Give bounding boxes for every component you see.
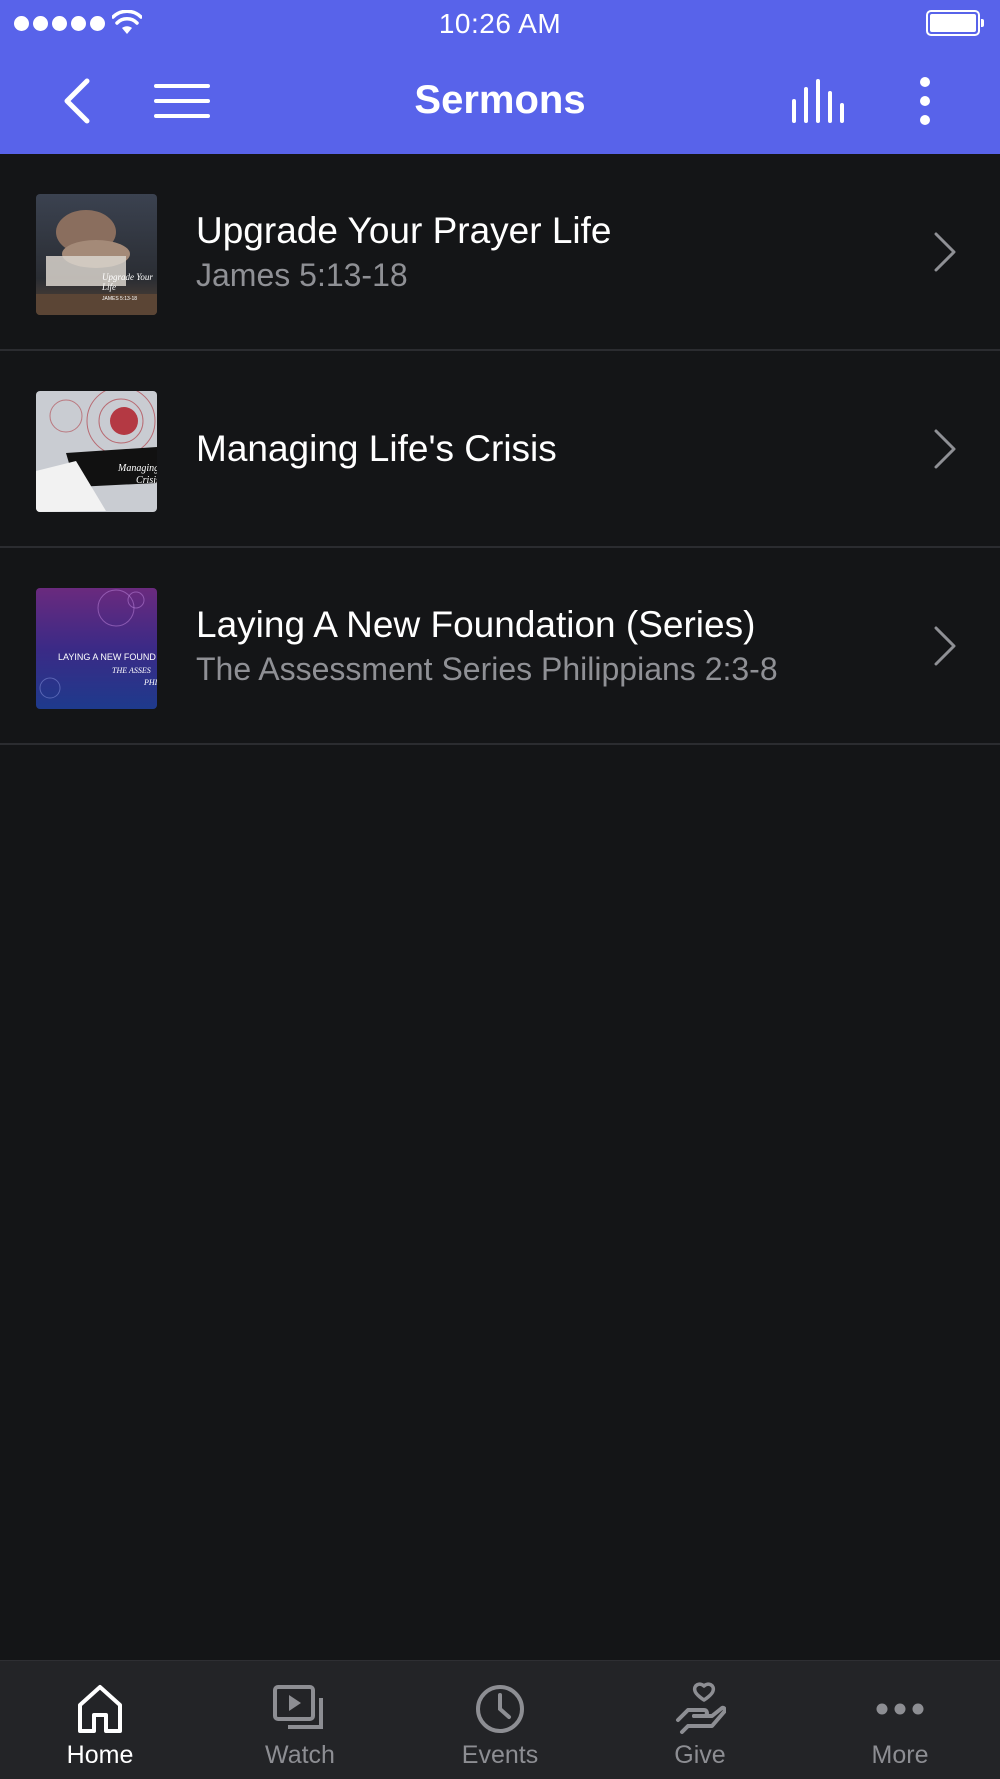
svg-text:THE ASSES: THE ASSES [112,666,151,675]
sermon-thumbnail: Managing Crisis [36,391,157,512]
sermon-subtitle: James 5:13-18 [196,256,408,293]
sermon-row-upgrade-your-prayer-life[interactable]: Upgrade Your Life JAMES 5:13-18 Upgrade … [0,154,1000,351]
sermon-thumbnail: LAYING A NEW FOUND THE ASSES PHI [36,588,157,709]
more-vertical-icon [920,77,930,125]
audio-button[interactable] [784,70,852,132]
more-options-button[interactable] [900,70,950,132]
sermon-row-laying-a-new-foundation[interactable]: LAYING A NEW FOUND THE ASSES PHI Laying … [0,548,1000,745]
sermon-row-managing-lifes-crisis[interactable]: Managing Crisis Managing Life's Crisis [0,351,1000,548]
sermon-title: Managing Life's Crisis [196,427,557,469]
tab-bar: Home Watch Events Give More [0,1660,1000,1779]
status-bar: 10:26 AM [0,0,1000,50]
svg-text:Life: Life [101,282,116,292]
chevron-right-icon [934,232,956,272]
status-time: 10:26 AM [438,8,562,39]
tab-label: Home [66,1741,134,1769]
tab-more[interactable]: More [800,1661,1000,1779]
tab-give[interactable]: Give [600,1661,800,1779]
svg-text:Managing: Managing [117,463,157,474]
svg-text:LAYING A NEW FOUND: LAYING A NEW FOUND [58,652,156,662]
tab-watch[interactable]: Watch [200,1661,400,1779]
tab-label: Events [461,1741,539,1769]
battery-icon [926,10,984,36]
svg-text:PHI: PHI [143,678,157,687]
svg-text:Upgrade Your: Upgrade Your [102,272,153,282]
chevron-right-icon [934,626,956,666]
tab-home[interactable]: Home [0,1661,200,1779]
home-icon [70,1681,130,1737]
tab-label: More [871,1741,929,1769]
app-header: 10:26 AM Sermons [0,0,1000,154]
equalizer-icon [792,79,844,123]
sermon-title: Laying A New Foundation (Series) [196,603,756,645]
clock-icon [470,1681,530,1737]
more-horizontal-icon [870,1681,930,1737]
sermon-list: Upgrade Your Life JAMES 5:13-18 Upgrade … [0,154,1000,745]
watch-icon [270,1681,330,1737]
give-icon [670,1681,730,1737]
sermon-subtitle: The Assessment Series Philippians 2:3-8 [196,650,778,687]
sermon-thumbnail: Upgrade Your Life JAMES 5:13-18 [36,194,157,315]
nav-bar: Sermons [0,50,1000,154]
chevron-right-icon [934,429,956,469]
tab-events[interactable]: Events [400,1661,600,1779]
tab-label: Watch [265,1741,335,1769]
svg-text:JAMES 5:13-18: JAMES 5:13-18 [102,296,137,302]
tab-label: Give [674,1741,726,1769]
sermon-title: Upgrade Your Prayer Life [196,209,612,251]
svg-text:Crisis: Crisis [136,475,157,486]
